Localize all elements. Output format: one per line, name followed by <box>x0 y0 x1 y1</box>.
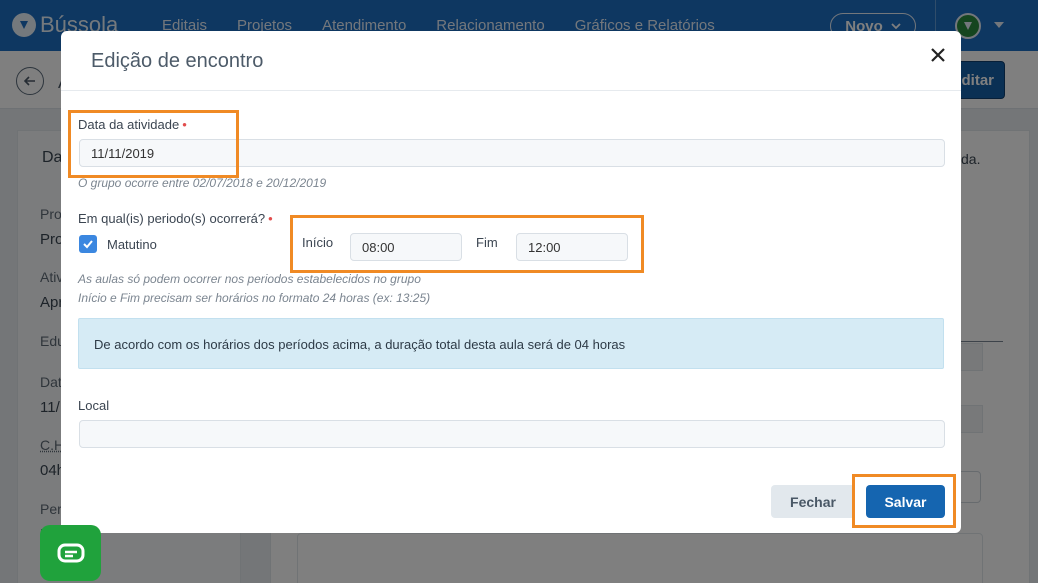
edit-meeting-modal: Edição de encontro Data da atividade• O … <box>61 31 961 533</box>
end-label: Fim <box>476 235 498 250</box>
required-marker: • <box>268 211 273 226</box>
close-icon[interactable] <box>927 44 949 66</box>
chat-icon <box>57 543 85 563</box>
close-button[interactable]: Fechar <box>771 485 855 518</box>
checkmark-icon <box>82 238 94 250</box>
matutino-checkbox[interactable] <box>79 235 97 253</box>
date-field[interactable] <box>79 139 945 167</box>
chat-button[interactable] <box>40 525 101 581</box>
periods-help-text: As aulas só podem ocorrer nos periodos e… <box>78 272 421 286</box>
period-label: Em qual(is) periodo(s) ocorrerá? • <box>78 211 273 226</box>
modal-title: Edição de encontro <box>91 50 263 73</box>
save-button[interactable]: Salvar <box>866 485 945 518</box>
matutino-label[interactable]: Matutino <box>107 237 157 252</box>
format-help-text: Início e Fim precisam ser horários no fo… <box>78 291 430 305</box>
start-time-field[interactable] <box>350 233 462 261</box>
duration-info-alert: De acordo com os horários dos períodos a… <box>78 318 944 369</box>
date-help-text: O grupo ocorre entre 02/07/2018 e 20/12/… <box>78 176 326 190</box>
date-label: Data da atividade • <box>78 117 187 132</box>
local-label: Local <box>78 398 109 413</box>
start-label: Início <box>302 235 333 250</box>
required-marker: • <box>182 117 187 132</box>
end-time-field[interactable] <box>516 233 628 261</box>
date-label-text: Data da atividade <box>78 117 179 132</box>
local-field[interactable] <box>79 420 945 448</box>
period-label-text: Em qual(is) periodo(s) ocorrerá? <box>78 211 265 226</box>
modal-header-divider <box>61 90 961 91</box>
